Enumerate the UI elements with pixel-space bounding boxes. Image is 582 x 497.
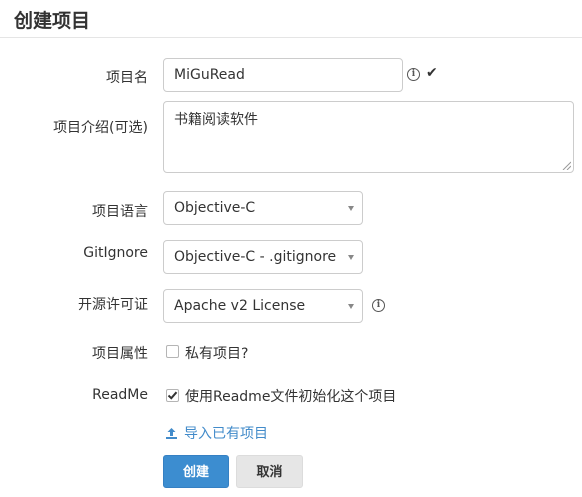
description-value: 书籍阅读软件 xyxy=(174,112,258,128)
resize-grip-icon[interactable] xyxy=(562,161,571,170)
private-checkbox[interactable] xyxy=(166,345,179,358)
checkmark-icon xyxy=(167,391,178,400)
description-textarea[interactable]: 书籍阅读软件 xyxy=(163,101,574,173)
chevron-down-icon xyxy=(348,304,354,309)
chevron-down-icon xyxy=(348,206,354,211)
checkmark-icon: ✔ xyxy=(426,65,438,81)
gitignore-select-value: Objective-C - .gitignore xyxy=(174,249,337,265)
license-label: 开源许可证 xyxy=(78,297,148,313)
readme-label: ReadMe xyxy=(92,387,148,403)
page-title: 创建项目 xyxy=(14,10,91,32)
import-project-label: 导入已有项目 xyxy=(184,426,268,442)
title-divider xyxy=(0,37,582,38)
private-checkbox-label[interactable]: 私有项目? xyxy=(185,343,248,363)
create-button[interactable]: 创建 xyxy=(163,455,229,488)
upload-icon xyxy=(166,427,177,439)
language-label: 项目语言 xyxy=(92,204,148,220)
readme-checkbox-label[interactable]: 使用Readme文件初始化这个项目 xyxy=(185,386,396,406)
import-project-link[interactable]: 导入已有项目 xyxy=(165,423,268,443)
chevron-down-icon xyxy=(348,255,354,260)
gitignore-label: GitIgnore xyxy=(83,245,148,261)
cancel-button[interactable]: 取消 xyxy=(236,455,303,488)
license-select-value: Apache v2 License xyxy=(174,298,306,314)
language-select-value: Objective-C xyxy=(174,200,256,216)
readme-checkbox[interactable] xyxy=(166,389,179,402)
description-label: 项目介绍(可选) xyxy=(53,120,148,136)
visibility-label: 项目属性 xyxy=(92,346,148,362)
name-label: 项目名 xyxy=(106,70,148,86)
license-select[interactable]: Apache v2 License xyxy=(163,289,363,323)
info-icon[interactable]: i xyxy=(407,68,420,81)
info-icon[interactable]: i xyxy=(372,299,385,312)
name-input-value: MiGuRead xyxy=(174,67,245,83)
gitignore-select[interactable]: Objective-C - .gitignore xyxy=(163,240,363,274)
name-input[interactable]: MiGuRead xyxy=(163,58,403,92)
language-select[interactable]: Objective-C xyxy=(163,191,363,225)
